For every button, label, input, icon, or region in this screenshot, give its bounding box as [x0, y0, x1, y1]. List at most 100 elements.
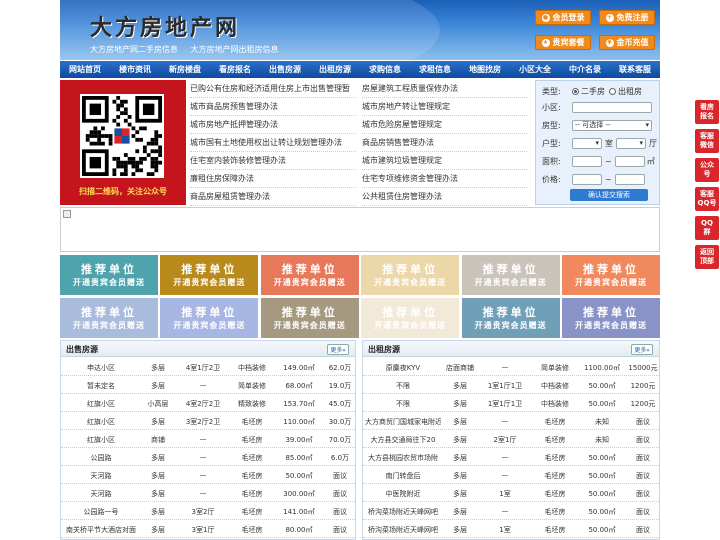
side-button-4[interactable]: QQ 群 [695, 216, 719, 240]
table-row[interactable]: 公园路 多层 — 毛坯房 85.00㎡ 6.0万 [61, 448, 355, 466]
nav-item-0[interactable]: 网站首页 [60, 61, 110, 78]
policy-link-right-3[interactable]: 商品房销售管理办法 [362, 134, 527, 152]
table-cell[interactable]: 申达小区 [63, 363, 139, 373]
policy-link-left-4[interactable]: 住宅室内装饰装修管理办法 [190, 152, 356, 170]
ad-slot-7[interactable]: 推荐单位 开通贵宾会员赠送 [160, 298, 259, 338]
policy-link-left-2[interactable]: 城市房地产抵押管理办法 [190, 116, 356, 134]
policy-link-right-5[interactable]: 住宅专项维修资金管理办法 [362, 170, 527, 188]
vip-package-button[interactable]: ★ 贵宾套餐 [535, 35, 591, 50]
area-min-input[interactable] [572, 156, 602, 167]
ad-slot-9[interactable]: 推荐单位 开通贵宾会员赠送 [361, 298, 460, 338]
table-cell[interactable]: 大方县交通局往下20 [365, 435, 441, 445]
policy-link-right-4[interactable]: 城市建筑垃圾管理规定 [362, 152, 527, 170]
table-cell[interactable]: 南门转盘后 [365, 471, 441, 481]
table-row[interactable]: 红旗小区 多层 3室2厅2卫 毛坯房 110.00㎡ 30.0万 [61, 412, 355, 430]
house-type-select[interactable]: -- 可选择 -- [572, 120, 652, 131]
banner-image[interactable] [60, 207, 660, 252]
table-row[interactable]: 大方县桃园农贸市场附 多层 — 毛坯房 50.00㎡ 面议 [363, 448, 659, 466]
area-max-input[interactable] [614, 156, 645, 167]
table-row[interactable]: 大方县交通局往下20 多层 2室1厅 毛坯房 未知 面议 [363, 430, 659, 448]
table-cell[interactable]: 不限 [365, 381, 441, 391]
table-row[interactable]: 公园路一号 多层 3室2厅 毛坯房 141.00㎡ 面议 [61, 502, 355, 520]
side-button-0[interactable]: 看房 报名 [695, 100, 719, 124]
side-button-3[interactable]: 客服 QQ号 [695, 187, 719, 211]
ad-slot-8[interactable]: 推荐单位 开通贵宾会员赠送 [260, 298, 359, 338]
table-row[interactable]: 红旗小区 商铺 — 毛坯房 39.00㎡ 70.0万 [61, 430, 355, 448]
register-button[interactable]: + 免费注册 [599, 10, 655, 25]
table-cell[interactable]: 不限 [365, 399, 441, 409]
room-select[interactable] [572, 138, 602, 149]
community-input[interactable] [572, 102, 652, 113]
ad-slot-4[interactable]: 推荐单位 开通贵宾会员赠送 [461, 255, 560, 295]
nav-item-6[interactable]: 求购信息 [360, 61, 410, 78]
ad-slot-5[interactable]: 推荐单位 开通贵宾会员赠送 [562, 255, 660, 295]
policy-link-left-6[interactable]: 商品房屋租赁管理办法 [190, 188, 356, 206]
radio-rent[interactable] [609, 88, 616, 95]
ad-slot-2[interactable]: 推荐单位 开通贵宾会员赠送 [260, 255, 359, 295]
table-cell[interactable]: 中医院附近 [365, 489, 441, 499]
table-cell[interactable]: 红旗小区 [63, 435, 139, 445]
ad-slot-1[interactable]: 推荐单位 开通贵宾会员赠送 [160, 255, 259, 295]
table-row[interactable]: 桥沟菜场附近天峰网吧 多层 1室 毛坯房 50.00㎡ 面议 [363, 520, 659, 538]
site-logo[interactable]: 大方房地产网 [90, 10, 240, 42]
nav-item-9[interactable]: 小区大全 [510, 61, 560, 78]
table-row[interactable]: 不限 多层 1室1厅1卫 中档装修 50.00㎡ 1200元 [363, 394, 659, 412]
table-cell[interactable]: 原麋夜KYV [365, 363, 441, 373]
table-row[interactable]: 原麋夜KYV 店面商铺 — 简单装修 1100.00㎡ 15000元 [363, 358, 659, 376]
ad-slot-10[interactable]: 推荐单位 开通贵宾会员赠送 [461, 298, 560, 338]
table-row[interactable]: 天河路 多层 — 毛坯房 300.00㎡ 面议 [61, 484, 355, 502]
policy-link-right-1[interactable]: 城市房地产转让管理规定 [362, 98, 527, 116]
nav-item-8[interactable]: 地图找房 [460, 61, 510, 78]
table-cell[interactable]: 暂未定名 [63, 381, 139, 391]
side-button-2[interactable]: 公众号 [695, 158, 719, 182]
nav-item-2[interactable]: 新房楼盘 [160, 61, 210, 78]
policy-link-right-0[interactable]: 房屋建筑工程质量保修办法 [362, 80, 527, 98]
table-row[interactable]: 申达小区 多层 4室1厅2卫 中档装修 149.00㎡ 62.0万 [61, 358, 355, 376]
table-row[interactable]: 天河路 多层 — 毛坯房 50.00㎡ 面议 [61, 466, 355, 484]
table-cell[interactable]: 红旗小区 [63, 417, 139, 427]
policy-link-right-2[interactable]: 城市危险房屋管理规定 [362, 116, 527, 134]
hall-select[interactable] [616, 138, 646, 149]
table-cell[interactable]: 桥沟菜场附近天峰网吧 [365, 507, 441, 517]
side-button-1[interactable]: 客服 微信 [695, 129, 719, 153]
table-cell[interactable]: 南关桥平节大酒店对面 [63, 525, 139, 535]
nav-item-1[interactable]: 楼市资讯 [110, 61, 160, 78]
policy-link-right-6[interactable]: 公共租赁住房管理办法 [362, 188, 527, 206]
ad-slot-3[interactable]: 推荐单位 开通贵宾会员赠送 [361, 255, 460, 295]
policy-link-left-1[interactable]: 城市商品房预售管理办法 [190, 98, 356, 116]
ad-slot-6[interactable]: 推荐单位 开通贵宾会员赠送 [60, 298, 158, 338]
policy-link-left-5[interactable]: 廉租住房保障办法 [190, 170, 356, 188]
ad-slot-11[interactable]: 推荐单位 开通贵宾会员赠送 [562, 298, 660, 338]
sale-more-button[interactable]: 更多» [327, 344, 349, 355]
table-row[interactable]: 红旗小区 小高层 4室2厅2卫 精致装修 153.70㎡ 45.0万 [61, 394, 355, 412]
table-row[interactable]: 暂未定名 多层 — 简单装修 68.00㎡ 19.0万 [61, 376, 355, 394]
search-submit-button[interactable]: 确认提交搜索 [570, 189, 648, 201]
nav-item-10[interactable]: 中介名录 [560, 61, 610, 78]
table-row[interactable]: 不限 多层 1室1厅1卫 中档装修 50.00㎡ 1200元 [363, 376, 659, 394]
table-cell[interactable]: 天河路 [63, 489, 139, 499]
policy-link-left-0[interactable]: 已购公有住房和经济适用住房上市出售管理暂 [190, 80, 356, 98]
side-button-5[interactable]: 返回 顶部 [695, 245, 719, 269]
table-row[interactable]: 中医院附近 多层 1室 毛坯房 50.00㎡ 面议 [363, 484, 659, 502]
table-cell[interactable]: 天河路 [63, 471, 139, 481]
table-cell[interactable]: 公园路 [63, 453, 139, 463]
ad-slot-0[interactable]: 推荐单位 开通贵宾会员赠送 [60, 255, 158, 295]
table-row[interactable]: 南关桥平节大酒店对面 多层 3室1厅 毛坯房 80.00㎡ 面议 [61, 520, 355, 538]
table-cell[interactable]: 红旗小区 [63, 399, 139, 409]
table-row[interactable]: 南门转盘后 多层 — 毛坯房 50.00㎡ 面议 [363, 466, 659, 484]
table-row[interactable]: 大方商贸门国城家电附近 多层 — 毛坯房 未知 面议 [363, 412, 659, 430]
price-min-input[interactable] [572, 174, 602, 185]
nav-item-5[interactable]: 出租房源 [310, 61, 360, 78]
rent-more-button[interactable]: 更多» [631, 344, 653, 355]
table-cell[interactable]: 桥沟菜场附近天峰网吧 [365, 525, 441, 535]
table-row[interactable]: 桥沟菜场附近天峰网吧 多层 — 毛坯房 50.00㎡ 面议 [363, 502, 659, 520]
radio-secondhand[interactable] [572, 88, 579, 95]
policy-link-left-3[interactable]: 城市国有土地使用权出让转让规划管理办法 [190, 134, 356, 152]
login-button[interactable]: ● 会员登录 [535, 10, 591, 25]
price-max-input[interactable] [614, 174, 645, 185]
nav-item-3[interactable]: 看房报名 [210, 61, 260, 78]
table-cell[interactable]: 公园路一号 [63, 507, 139, 517]
recharge-button[interactable]: ¥ 金币充值 [599, 35, 655, 50]
table-cell[interactable]: 大方县桃园农贸市场附 [365, 453, 441, 463]
nav-item-4[interactable]: 出售房源 [260, 61, 310, 78]
